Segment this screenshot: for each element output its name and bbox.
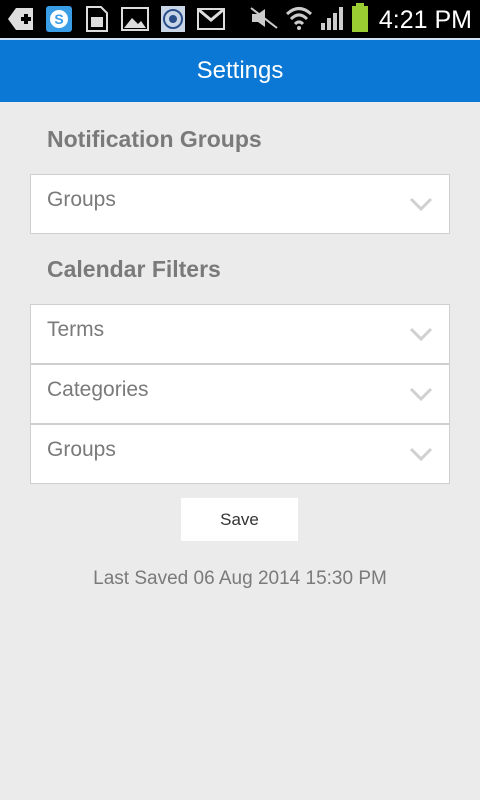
select-label: Terms bbox=[47, 318, 105, 341]
seal-icon bbox=[158, 5, 188, 33]
notification-groups-heading: Notification Groups bbox=[47, 126, 262, 152]
gmail-icon bbox=[196, 5, 226, 33]
select-label: Categories bbox=[47, 378, 149, 401]
clock: 4:21 PM bbox=[378, 6, 472, 34]
signal-icon bbox=[319, 5, 345, 36]
calendar-groups-select[interactable]: Groups bbox=[30, 424, 450, 484]
save-button[interactable]: Save bbox=[181, 498, 298, 541]
notification-groups-select[interactable]: Groups bbox=[30, 174, 450, 234]
image-icon bbox=[120, 5, 150, 33]
page-title: Settings bbox=[196, 57, 284, 84]
select-label: Groups bbox=[47, 188, 116, 211]
wifi-icon bbox=[285, 5, 313, 36]
notification-icons: S bbox=[6, 5, 226, 33]
battery-icon bbox=[351, 3, 369, 38]
categories-select[interactable]: Categories bbox=[30, 364, 450, 424]
mute-icon bbox=[249, 6, 279, 35]
chevron-down-icon bbox=[409, 197, 433, 211]
skype-icon: S bbox=[44, 5, 74, 33]
system-icons: 4:21 PM bbox=[249, 3, 472, 38]
last-saved-text: Last Saved 06 Aug 2014 15:30 PM bbox=[93, 568, 387, 589]
calendar-filters-heading: Calendar Filters bbox=[47, 256, 221, 282]
chevron-down-icon bbox=[409, 327, 433, 341]
sd-card-icon bbox=[82, 5, 112, 33]
app-bar: Settings bbox=[0, 38, 480, 102]
status-bar: S 4:21 PM bbox=[0, 0, 480, 38]
add-notification-icon bbox=[6, 5, 36, 33]
select-label: Groups bbox=[47, 438, 116, 461]
svg-text:S: S bbox=[54, 11, 63, 27]
terms-select[interactable]: Terms bbox=[30, 304, 450, 364]
chevron-down-icon bbox=[409, 387, 433, 401]
chevron-down-icon bbox=[409, 447, 433, 461]
